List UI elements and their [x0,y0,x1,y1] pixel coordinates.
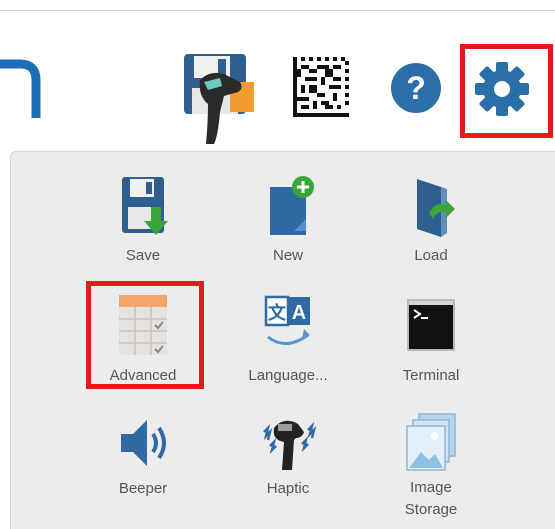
menu-item-label: Beeper [118,480,168,497]
help-button[interactable]: ? [389,61,443,115]
menu-item-label: Language... [248,367,328,384]
menu-item-image-storage[interactable]: Image Storage [366,410,496,520]
menu-item-load[interactable]: Load [366,173,496,283]
advanced-table-icon [119,295,167,355]
speaker-icon [121,420,166,466]
save-icon [184,54,254,144]
menu-item-label: Save [125,247,161,264]
barcode-icon [293,57,349,117]
menu-item-save[interactable]: Save [78,173,208,283]
menu-item-label: Terminal [402,367,460,384]
image-storage-icon [406,413,456,471]
settings-icon [475,62,529,116]
menu-item-haptic[interactable]: Haptic [223,410,353,520]
barcode-button[interactable] [293,57,349,117]
menu-item-label-line2: Storage [404,501,458,518]
svg-text:A: A [292,302,306,324]
svg-text:?: ? [406,70,426,106]
help-icon: ? [391,63,441,113]
menu-item-language[interactable]: 文 A Language... [223,293,353,403]
settings-button[interactable] [473,60,531,118]
brand-logo-fragment [0,59,41,118]
save-scanner-button[interactable] [180,52,262,148]
menu-item-label: New [272,247,303,264]
load-folder-icon [417,179,455,237]
menu-item-terminal[interactable]: Terminal [366,293,496,403]
save-icon [122,177,168,235]
menu-item-label: Advanced [109,367,177,384]
svg-text:文: 文 [268,302,287,324]
menu-item-label: Haptic [266,480,310,497]
top-divider [0,10,555,11]
language-icon: 文 A [264,295,310,345]
menu-item-beeper[interactable]: Beeper [78,410,208,520]
menu-item-advanced[interactable]: Advanced [78,293,208,403]
menu-item-label: Load [414,247,448,264]
haptic-scanner-icon [263,420,317,470]
terminal-icon [407,299,455,351]
menu-item-label-line1: Image [410,479,452,496]
menu-item-new[interactable]: New [223,173,353,283]
new-file-icon [270,176,314,235]
